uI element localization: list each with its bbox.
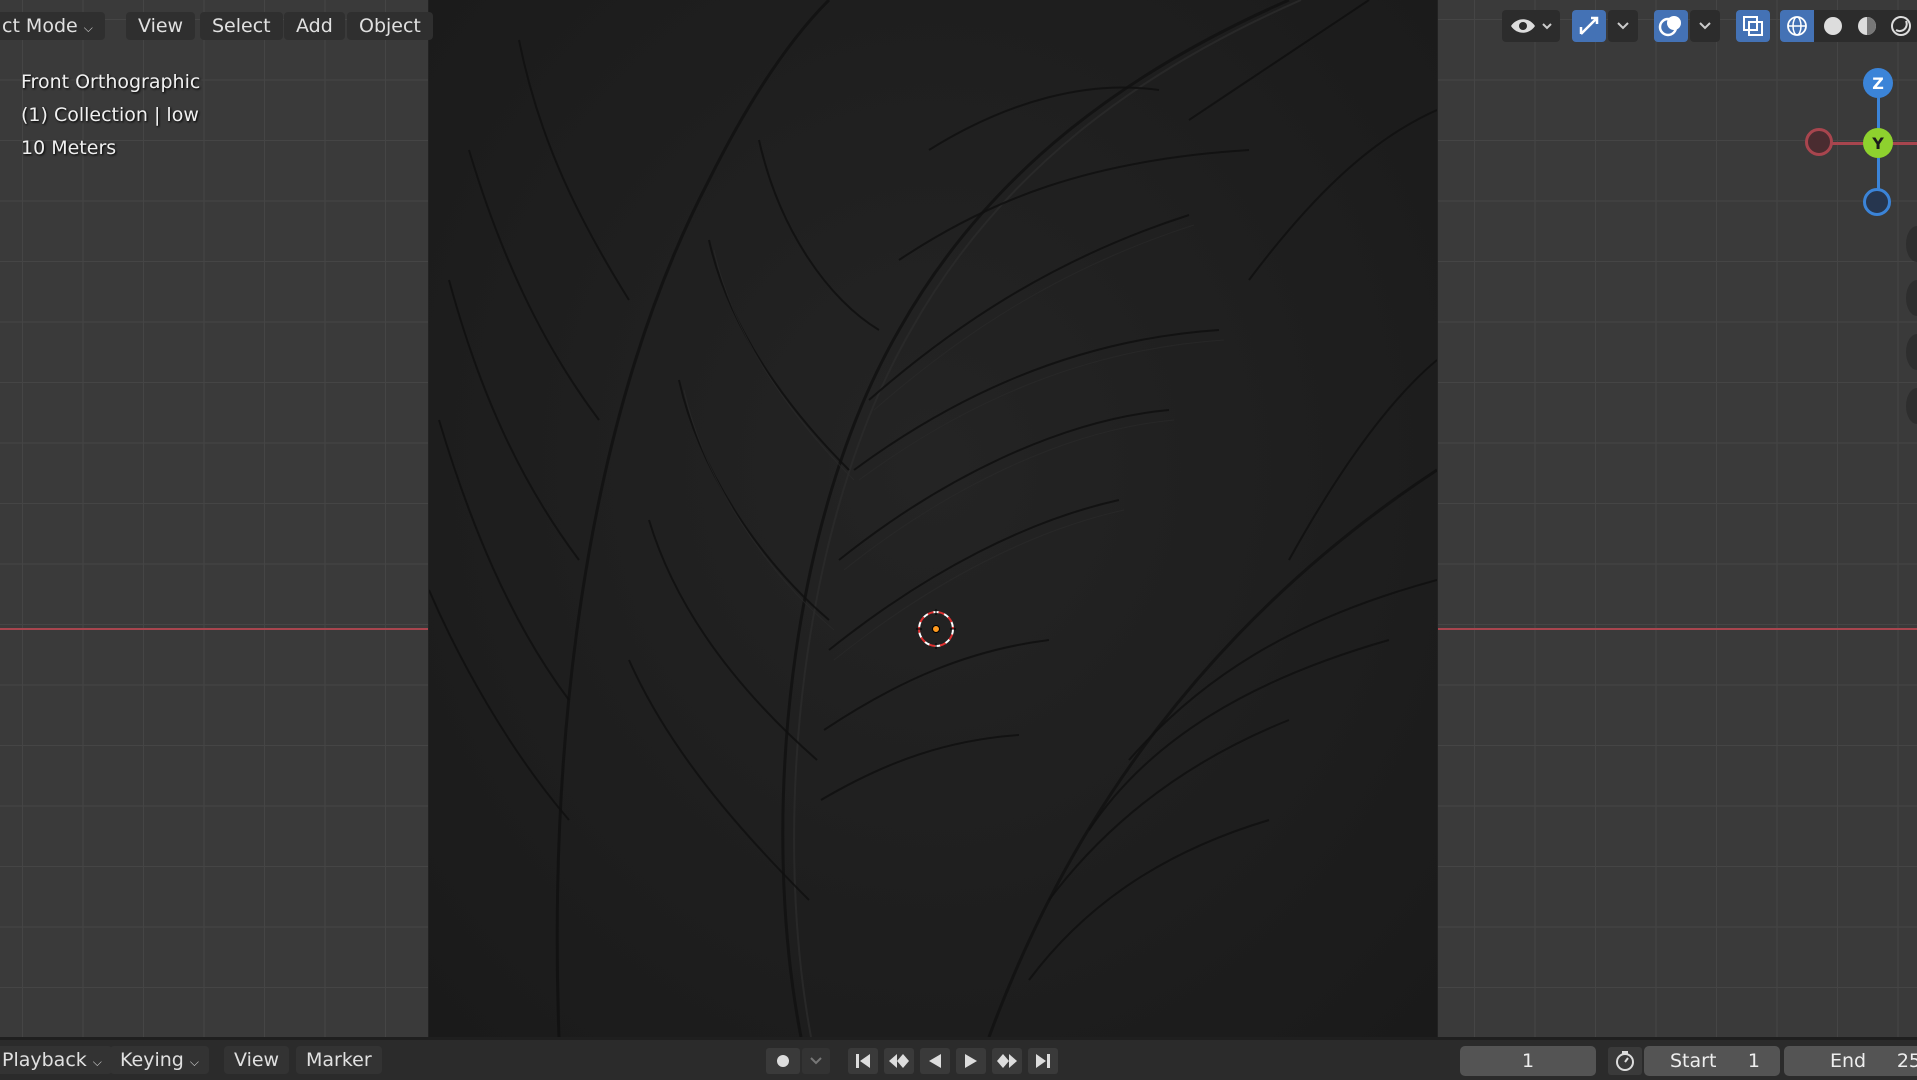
- xray-toggle-button[interactable]: [1736, 10, 1770, 42]
- add-menu[interactable]: Add: [284, 12, 345, 40]
- chevron-down-icon: ⌵: [83, 21, 93, 35]
- start-value: 1: [1747, 1050, 1760, 1072]
- wireframe-shading-button[interactable]: [1780, 10, 1814, 42]
- feather-pattern: [429, 0, 1437, 1037]
- jump-end-icon: [1036, 1054, 1050, 1068]
- playback-label: Playback: [2, 1049, 87, 1071]
- timeline-view-menu[interactable]: View: [224, 1046, 290, 1074]
- 3d-viewport[interactable]: Front Orthographic (1) Collection | low …: [0, 0, 1917, 1037]
- jump-to-prev-keyframe-button[interactable]: [884, 1048, 914, 1074]
- playback-menu[interactable]: Playback ⌵: [0, 1046, 112, 1074]
- keying-label: Keying: [120, 1049, 184, 1071]
- view-menu[interactable]: View: [126, 12, 196, 40]
- overlays-toggle-button[interactable]: [1654, 10, 1688, 42]
- rendered-sphere-icon: [1891, 16, 1911, 36]
- start-frame-field[interactable]: Start 1: [1644, 1046, 1780, 1076]
- solid-sphere-icon: [1824, 17, 1842, 35]
- xray-icon: [1743, 16, 1763, 36]
- origin-dot: [932, 625, 940, 633]
- current-frame-field[interactable]: 1: [1460, 1046, 1596, 1076]
- jump-to-start-button[interactable]: [848, 1048, 878, 1074]
- viewport-header: ct Mode ⌵ View Select Add Object: [0, 0, 1917, 52]
- prev-keyframe-icon: [889, 1054, 909, 1068]
- start-label: Start: [1670, 1050, 1717, 1072]
- play-button[interactable]: [956, 1048, 986, 1074]
- auto-keying-button[interactable]: [766, 1048, 800, 1074]
- jump-to-end-button[interactable]: [1028, 1048, 1058, 1074]
- material-sphere-icon: [1858, 17, 1876, 35]
- pan-button[interactable]: [1906, 280, 1917, 316]
- 3d-cursor[interactable]: [916, 609, 956, 649]
- current-frame-value: 1: [1521, 1050, 1535, 1072]
- play-icon: [965, 1054, 977, 1068]
- chevron-down-icon: [1699, 22, 1711, 30]
- eye-icon: [1511, 19, 1552, 33]
- gizmo-icon: [1579, 16, 1599, 35]
- end-label: End: [1830, 1050, 1867, 1072]
- chevron-down-icon: [810, 1057, 822, 1065]
- next-keyframe-icon: [997, 1054, 1017, 1068]
- gizmo-dropdown[interactable]: [1608, 10, 1638, 42]
- scale-label: 10 Meters: [21, 137, 117, 159]
- marker-menu[interactable]: Marker: [296, 1046, 382, 1074]
- gizmo-toggle-button[interactable]: [1572, 10, 1606, 42]
- material-shading-button[interactable]: [1850, 10, 1884, 42]
- jump-to-next-keyframe-button[interactable]: [992, 1048, 1022, 1074]
- gizmo-z-icon[interactable]: Z: [1863, 68, 1893, 98]
- ortho-toggle-button[interactable]: [1906, 388, 1917, 424]
- chevron-down-icon: [1617, 22, 1629, 30]
- rendered-shading-button[interactable]: [1884, 10, 1917, 42]
- timeline-header: Playback ⌵ Keying ⌵ View Marker 1 Start …: [0, 1037, 1917, 1080]
- jump-start-icon: [856, 1054, 870, 1068]
- feather-texture-plane[interactable]: [429, 0, 1437, 1037]
- mode-dropdown[interactable]: ct Mode ⌵: [0, 12, 105, 40]
- object-visibility-button[interactable]: [1502, 10, 1560, 42]
- viewport-info-overlay: Front Orthographic (1) Collection | low …: [21, 66, 200, 165]
- use-preview-range-button[interactable]: [1608, 1047, 1642, 1075]
- gizmo-y-label: Y: [1872, 133, 1884, 153]
- chevron-down-icon: ⌵: [92, 1055, 102, 1069]
- gizmo-negative-z-icon[interactable]: [1863, 188, 1891, 216]
- wireframe-icon: [1787, 16, 1807, 36]
- mode-label: ct Mode: [2, 15, 78, 37]
- navigation-gizmo[interactable]: Z Y: [1800, 62, 1917, 222]
- overlays-dropdown[interactable]: [1690, 10, 1720, 42]
- camera-view-button[interactable]: [1906, 334, 1917, 370]
- record-icon: [777, 1055, 789, 1067]
- view-name-label: Front Orthographic: [21, 71, 201, 93]
- gizmo-negative-x-icon[interactable]: [1805, 128, 1833, 156]
- shading-mode-group: [1780, 10, 1917, 42]
- object-menu[interactable]: Object: [347, 12, 433, 40]
- gizmo-y-icon[interactable]: Y: [1863, 128, 1893, 158]
- keying-options-dropdown[interactable]: [802, 1048, 830, 1074]
- end-frame-field[interactable]: End 25: [1784, 1046, 1917, 1076]
- gizmo-z-label: Z: [1872, 73, 1884, 93]
- solid-shading-button[interactable]: [1816, 10, 1850, 42]
- overlays-icon: [1658, 16, 1681, 37]
- chevron-down-icon: ⌵: [189, 1055, 199, 1069]
- play-reverse-icon: [929, 1054, 941, 1068]
- stopwatch-icon: [1616, 1051, 1634, 1071]
- select-menu[interactable]: Select: [200, 12, 283, 40]
- keying-menu[interactable]: Keying ⌵: [110, 1046, 209, 1074]
- zoom-button[interactable]: [1906, 226, 1917, 262]
- collection-label: (1) Collection | low: [21, 104, 199, 126]
- play-reverse-button[interactable]: [920, 1048, 950, 1074]
- end-value: 25: [1896, 1050, 1917, 1072]
